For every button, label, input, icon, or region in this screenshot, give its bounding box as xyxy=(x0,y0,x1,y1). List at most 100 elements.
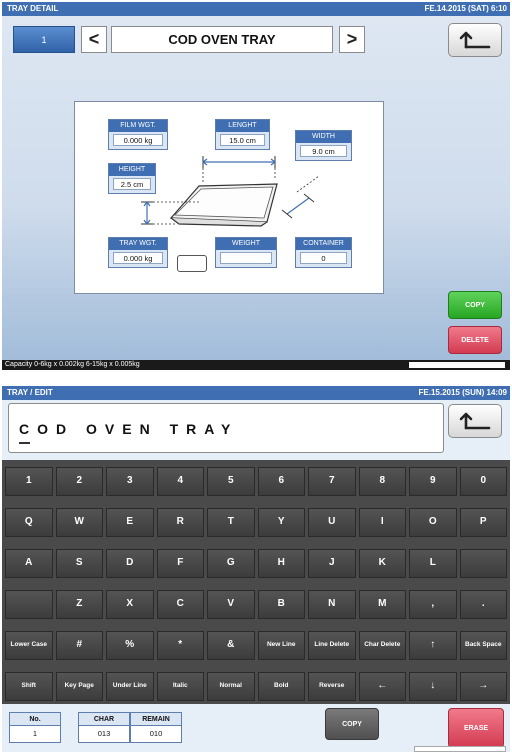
blank-key-r2-c9[interactable] xyxy=(459,549,507,578)
key-h[interactable]: H xyxy=(257,549,305,578)
width-box[interactable]: WIDTH 9.0 cm xyxy=(295,130,352,161)
return-button[interactable] xyxy=(448,404,502,438)
key-3[interactable]: 3 xyxy=(106,467,154,496)
key-page-key[interactable]: Key Page xyxy=(55,672,103,701)
tray-weight-box[interactable]: TRAY WGT. 0.000 kg xyxy=(108,237,168,268)
comma-key[interactable]: , xyxy=(409,590,457,619)
key-d[interactable]: D xyxy=(106,549,154,578)
key-f[interactable]: F xyxy=(156,549,204,578)
tray-name-field[interactable]: COD OVEN TRAY xyxy=(111,26,333,53)
key-q[interactable]: Q xyxy=(5,508,53,537)
copy-button[interactable]: COPY xyxy=(448,291,502,319)
underline-key[interactable]: Under Line xyxy=(106,672,154,701)
italic-key[interactable]: Italic xyxy=(156,672,204,701)
key-u[interactable]: U xyxy=(308,508,356,537)
percent-key[interactable]: % xyxy=(106,631,154,660)
blank-key-r3-c0[interactable] xyxy=(5,590,53,619)
no-label: No. xyxy=(10,713,60,726)
shift-key[interactable]: Shift xyxy=(5,672,53,701)
delete-button[interactable]: DELETE xyxy=(448,326,502,354)
char-label: CHAR xyxy=(79,713,129,726)
capacity-status: Capacity 0-6kg x 0.002kg 6-15kg x 0.005k… xyxy=(5,361,140,368)
length-value: 15.0 cm xyxy=(220,134,265,146)
status-indicator xyxy=(409,362,505,368)
key-a[interactable]: A xyxy=(5,549,53,578)
previous-tray-button[interactable]: < xyxy=(81,26,107,53)
key-n[interactable]: N xyxy=(308,590,356,619)
key-9[interactable]: 9 xyxy=(409,467,457,496)
key-m[interactable]: M xyxy=(358,590,406,619)
key-x[interactable]: X xyxy=(106,590,154,619)
status-bar: Capacity 0-6kg x 0.002kg 6-15kg x 0.005k… xyxy=(2,360,510,370)
key-5[interactable]: 5 xyxy=(207,467,255,496)
arrow-down-key[interactable]: ↓ xyxy=(409,672,457,701)
ampersand-key[interactable]: & xyxy=(207,631,255,660)
key-0[interactable]: 0 xyxy=(459,467,507,496)
lower-case-key[interactable]: Lower Case xyxy=(5,631,53,660)
key-t[interactable]: T xyxy=(207,508,255,537)
status-indicator xyxy=(414,746,506,752)
normal-key[interactable]: Normal xyxy=(207,672,255,701)
backspace-key[interactable]: Back Space xyxy=(459,631,507,660)
tray-name-input[interactable]: COD OVEN TRAY xyxy=(8,403,444,453)
reverse-key[interactable]: Reverse xyxy=(308,672,356,701)
key-4[interactable]: 4 xyxy=(156,467,204,496)
arrow-left-key[interactable]: ← xyxy=(358,672,406,701)
bold-key[interactable]: Bold xyxy=(257,672,305,701)
no-value: 1 xyxy=(32,729,38,738)
key-k[interactable]: K xyxy=(358,549,406,578)
key-b[interactable]: B xyxy=(257,590,305,619)
key-o[interactable]: O xyxy=(409,508,457,537)
key-6[interactable]: 6 xyxy=(257,467,305,496)
new-line-key[interactable]: New Line xyxy=(257,631,305,660)
remain-value: 010 xyxy=(149,729,163,738)
return-button[interactable] xyxy=(448,23,502,57)
weight-box[interactable]: WEIGHT xyxy=(215,237,277,268)
tray-weight-label: TRAY WGT. xyxy=(109,238,167,250)
container-value: 0 xyxy=(300,252,347,264)
key-p[interactable]: P xyxy=(459,508,507,537)
arrow-up-key[interactable]: ↑ xyxy=(409,631,457,660)
return-arrow-icon xyxy=(459,31,491,49)
char-delete-key[interactable]: Char Delete xyxy=(358,631,406,660)
tray-weight-value: 0.000 kg xyxy=(113,252,163,264)
weight-indicator-box[interactable] xyxy=(177,255,207,272)
erase-button[interactable]: ERASE xyxy=(448,708,504,748)
key-g[interactable]: G xyxy=(207,549,255,578)
counter-char: CHAR 013 xyxy=(78,712,130,743)
key-y[interactable]: Y xyxy=(257,508,305,537)
length-box[interactable]: LENGHT 15.0 cm xyxy=(215,119,270,150)
key-8[interactable]: 8 xyxy=(358,467,406,496)
key-z[interactable]: Z xyxy=(55,590,103,619)
film-weight-box[interactable]: FILM WGT. 0.000 kg xyxy=(108,119,168,150)
counter-no: No. 1 xyxy=(9,712,61,743)
weight-label: WEIGHT xyxy=(216,238,276,250)
arrow-right-key[interactable]: → xyxy=(459,672,507,701)
key-7[interactable]: 7 xyxy=(308,467,356,496)
height-value: 2.5 cm xyxy=(113,178,151,190)
key-r[interactable]: R xyxy=(156,508,204,537)
weight-value xyxy=(220,252,272,264)
key-w[interactable]: W xyxy=(55,508,103,537)
key-2[interactable]: 2 xyxy=(55,467,103,496)
film-weight-label: FILM WGT. xyxy=(109,120,167,132)
tray-number-button[interactable]: 1 xyxy=(13,26,75,53)
key-c[interactable]: C xyxy=(156,590,204,619)
container-box[interactable]: CONTAINER 0 xyxy=(295,237,352,268)
key-j[interactable]: J xyxy=(308,549,356,578)
period-key[interactable]: . xyxy=(459,590,507,619)
key-i[interactable]: I xyxy=(358,508,406,537)
title-bar: TRAY / EDIT FE.15.2015 (SUN) 14:09 xyxy=(2,386,510,400)
key-v[interactable]: V xyxy=(207,590,255,619)
key-1[interactable]: 1 xyxy=(5,467,53,496)
key-s[interactable]: S xyxy=(55,549,103,578)
height-box[interactable]: HEIGHT 2.5 cm xyxy=(108,163,156,194)
copy-button[interactable]: COPY xyxy=(325,708,379,740)
asterisk-key[interactable]: * xyxy=(156,631,204,660)
hash-key[interactable]: # xyxy=(55,631,103,660)
text-cursor xyxy=(19,442,30,444)
line-delete-key[interactable]: Line Delete xyxy=(308,631,356,660)
next-tray-button[interactable]: > xyxy=(339,26,365,53)
key-l[interactable]: L xyxy=(409,549,457,578)
key-e[interactable]: E xyxy=(106,508,154,537)
